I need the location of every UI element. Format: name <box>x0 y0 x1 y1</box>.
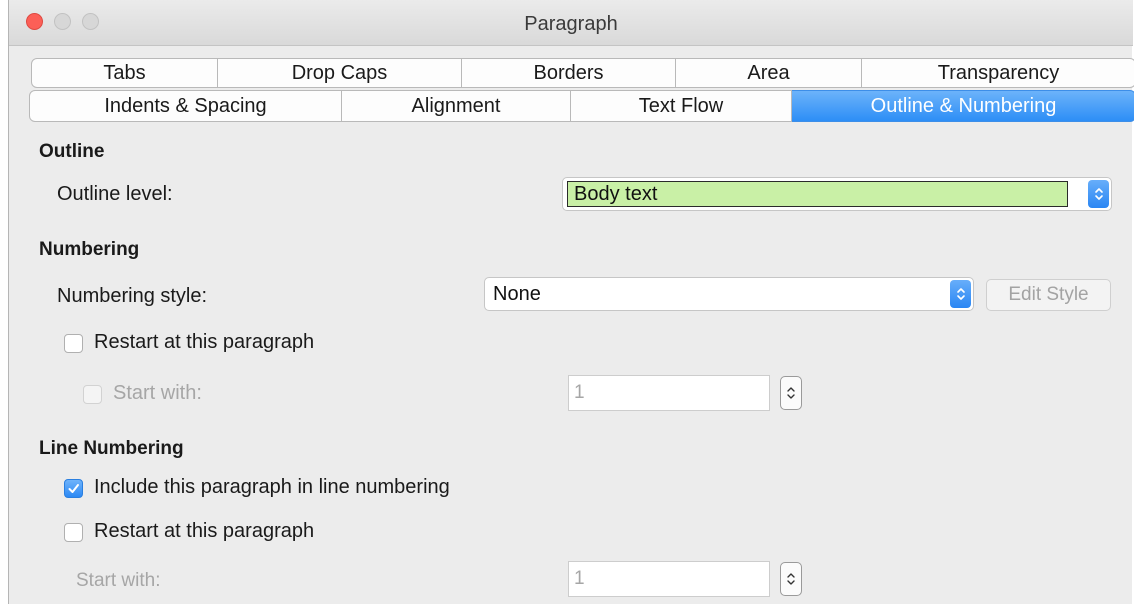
tab-tabs[interactable]: Tabs <box>31 58 218 88</box>
numbering-section-title: Numbering <box>39 239 140 260</box>
tab-row-bottom: Indents & Spacing Alignment Text Flow Ou… <box>29 90 1134 122</box>
line-numbering-start-with-label: Start with: <box>76 570 161 591</box>
tab-transparency[interactable]: Transparency <box>862 58 1134 88</box>
line-numbering-restart-label: Restart at this paragraph <box>94 520 315 542</box>
tab-area[interactable]: Area <box>676 58 862 88</box>
numbering-start-with-spin[interactable] <box>780 376 802 410</box>
numbering-restart-checkbox[interactable] <box>64 334 83 353</box>
up-down-chevron-icon <box>787 387 795 399</box>
edit-style-button[interactable]: Edit Style <box>986 279 1111 311</box>
numbering-start-with-field[interactable]: 1 <box>568 375 770 411</box>
tab-text-flow[interactable]: Text Flow <box>571 90 792 122</box>
numbering-style-label: Numbering style: <box>57 285 208 307</box>
tab-outline-numbering[interactable]: Outline & Numbering <box>792 90 1134 122</box>
numbering-style-value: None <box>493 282 541 305</box>
numbering-start-with-label: Start with: <box>113 382 202 404</box>
paragraph-dialog: Paragraph Tabs Drop Caps Borders Area Tr… <box>8 0 1134 604</box>
up-down-chevron-icon <box>950 280 971 308</box>
numbering-style-select[interactable]: None <box>484 277 974 311</box>
title-bar: Paragraph <box>9 0 1133 46</box>
outline-level-value: Body text <box>567 181 1068 207</box>
tab-indents-spacing[interactable]: Indents & Spacing <box>29 90 342 122</box>
outline-section-title: Outline <box>39 141 105 162</box>
tab-borders[interactable]: Borders <box>462 58 676 88</box>
window-title: Paragraph <box>524 13 618 35</box>
line-numbering-start-with-spin[interactable] <box>780 562 802 596</box>
tab-alignment[interactable]: Alignment <box>342 90 571 122</box>
up-down-chevron-icon <box>787 573 795 585</box>
include-line-numbering-label: Include this paragraph in line numbering <box>94 476 450 498</box>
line-numbering-restart-checkbox[interactable] <box>64 523 83 542</box>
outline-level-label: Outline level: <box>57 183 173 205</box>
numbering-start-with-checkbox[interactable] <box>83 385 102 404</box>
include-line-numbering-checkbox[interactable] <box>64 479 83 498</box>
outline-level-select[interactable]: Body text <box>562 177 1112 211</box>
numbering-restart-label: Restart at this paragraph <box>94 331 315 353</box>
line-numbering-start-with-field[interactable]: 1 <box>568 561 770 597</box>
checkmark-icon <box>68 484 79 493</box>
tab-row-top: Tabs Drop Caps Borders Area Transparency <box>31 58 1134 88</box>
line-numbering-section-title: Line Numbering <box>39 438 184 459</box>
tab-drop-caps[interactable]: Drop Caps <box>218 58 462 88</box>
up-down-chevron-icon <box>1088 180 1109 208</box>
